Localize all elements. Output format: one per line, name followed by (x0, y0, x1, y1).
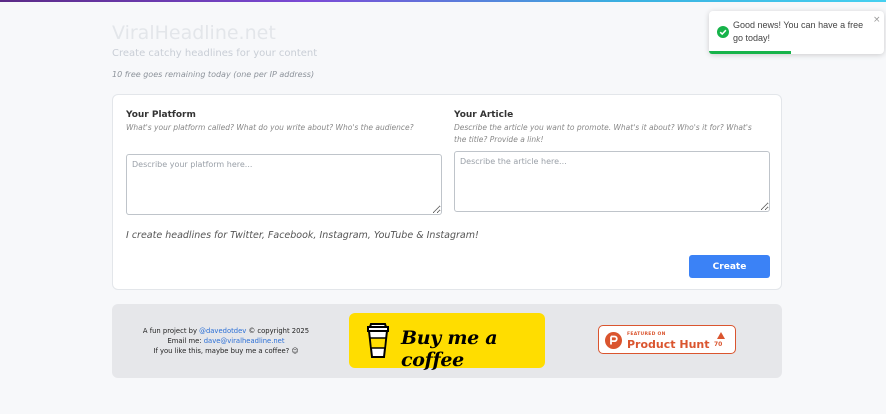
credits-line-coffee: If you like this, maybe buy me a coffee?… (153, 347, 299, 355)
create-button[interactable]: Create (689, 255, 770, 278)
product-hunt-badge[interactable]: FEATURED ON Product Hunt 70 (598, 325, 736, 354)
credits-line-email: Email me: dave@viralheadline.net (130, 336, 322, 346)
remaining-goes-text: 10 free goes remaining today (one per IP… (112, 70, 315, 79)
toast-progress-bar (709, 51, 792, 54)
credits-prefix: A fun project by (142, 327, 200, 335)
footer-panel: A fun project by @davedotdev © copyright… (112, 304, 782, 378)
platforms-note: I create headlines for Twitter, Facebook… (126, 230, 479, 241)
platform-label: Your Platform (126, 110, 196, 120)
article-input[interactable] (454, 151, 770, 212)
check-circle-icon (717, 26, 729, 38)
author-link[interactable]: @davedotdev (199, 327, 246, 335)
product-hunt-logo-icon (605, 332, 622, 349)
ph-name-text: Product Hunt (627, 338, 710, 351)
close-icon[interactable]: × (873, 15, 881, 25)
coffee-cup-icon (367, 323, 389, 358)
buy-me-a-coffee-button[interactable]: Buy me a coffee (349, 313, 545, 371)
credits-block: A fun project by @davedotdev © copyright… (130, 326, 322, 356)
success-toast: Good news! You can have a free go today!… (709, 11, 884, 54)
top-gradient-bar (0, 0, 886, 2)
ph-vote-count: 70 (714, 341, 723, 348)
credits-line-author: A fun project by @davedotdev © copyright… (130, 326, 322, 336)
email-label: Email me: (167, 337, 204, 345)
site-title: ViralHeadline.net (112, 22, 276, 44)
toast-message: Good news! You can have a free go today! (733, 20, 864, 43)
article-hint: Describe the article you want to promote… (454, 123, 752, 144)
platform-hint: What's your platform called? What do you… (126, 123, 414, 132)
ph-featured-text: FEATURED ON (627, 332, 666, 337)
platform-input[interactable] (126, 154, 442, 215)
upvote-triangle-icon (717, 332, 725, 339)
bmc-label: Buy me a coffee (401, 327, 498, 371)
article-label: Your Article (454, 110, 514, 120)
headline-form-card: Your Platform What's your platform calle… (112, 94, 782, 290)
copyright-text: © copyright 2025 (246, 327, 310, 335)
site-tagline: Create catchy headlines for your content (112, 48, 318, 59)
email-link[interactable]: dave@viralheadline.net (204, 337, 285, 345)
